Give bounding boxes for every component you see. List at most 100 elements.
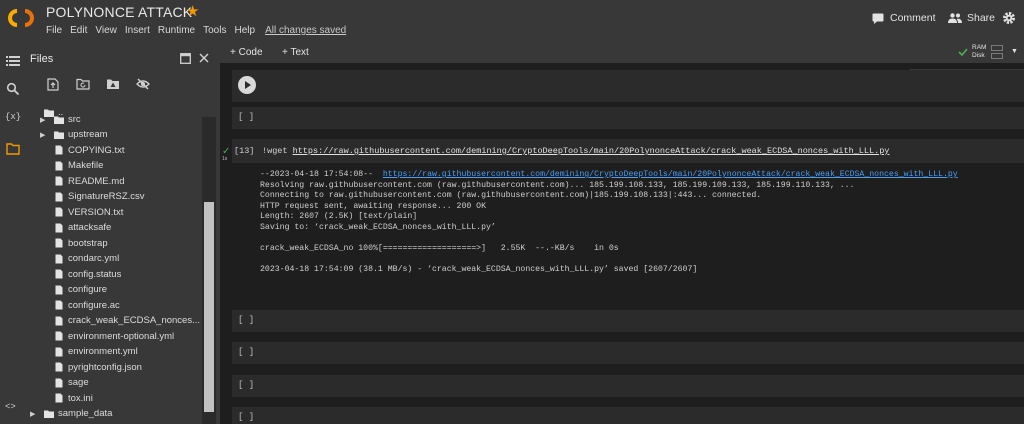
file-row[interactable]: VERSION.txt: [26, 205, 202, 220]
share-button[interactable]: Share: [948, 12, 995, 24]
upload-file-icon: [47, 77, 59, 91]
file-name: src: [68, 114, 81, 125]
file-row[interactable]: SignatureRSZ.csv: [26, 189, 202, 204]
chevron-right-icon[interactable]: ▶: [40, 116, 45, 124]
file-row[interactable]: configure.ac: [26, 298, 202, 313]
notebook-toolbar: + Code + Text RAM Disk ▼: [220, 42, 1024, 63]
menu-file[interactable]: File: [46, 25, 62, 36]
output-line-8: 2023-04-18 17:54:09 (38.1 MB/s) - ‘crack…: [260, 264, 698, 274]
comment-button[interactable]: Comment: [872, 12, 936, 24]
file-row[interactable]: environment.yml: [26, 344, 202, 359]
eye-off-icon: [136, 78, 150, 90]
resource-monitor[interactable]: RAM Disk: [972, 44, 986, 60]
files-actions: [38, 76, 158, 92]
file-row[interactable]: tox.ini: [26, 391, 202, 406]
file-name: SignatureRSZ.csv: [68, 191, 145, 202]
file-row[interactable]: Makefile: [26, 158, 202, 173]
save-status-link[interactable]: All changes saved: [265, 25, 346, 36]
chevron-right-icon[interactable]: ▶: [30, 410, 35, 418]
close-icon[interactable]: [199, 53, 209, 63]
menu-view[interactable]: View: [95, 25, 117, 36]
file-name: configure.ac: [68, 299, 120, 311]
file-row[interactable]: config.status: [26, 267, 202, 282]
runtime-dropdown-icon[interactable]: ▼: [1011, 48, 1018, 55]
folder-icon: [54, 116, 64, 124]
add-text-button[interactable]: + Text: [282, 47, 309, 58]
file-name: COPYING.txt: [68, 144, 125, 156]
output-url-link[interactable]: https://raw.githubusercontent.com/demini…: [383, 170, 958, 179]
colab-logo-icon[interactable]: [8, 9, 34, 27]
table-of-contents-icon[interactable]: [6, 54, 20, 68]
upload-button[interactable]: [38, 76, 68, 92]
run-cell-button[interactable]: [238, 76, 256, 94]
folder-row[interactable]: ▶ src: [26, 112, 202, 127]
file-name: bootstrap: [68, 237, 108, 249]
chevron-right-icon[interactable]: ▶: [40, 131, 45, 139]
code-url[interactable]: https://raw.githubusercontent.com/demini…: [293, 146, 890, 156]
output-line-3: Connecting to raw.githubusercontent.com …: [260, 191, 762, 200]
folder-row[interactable]: ▶ sample_data: [26, 406, 202, 421]
file-icon: [55, 223, 63, 232]
folder-icon: [54, 131, 64, 139]
folder-icon[interactable]: [6, 142, 20, 156]
code-editor[interactable]: !wget https://raw.githubusercontent.com/…: [262, 146, 889, 156]
file-row[interactable]: attacksafe: [26, 220, 202, 235]
add-code-button[interactable]: + Code: [230, 47, 263, 58]
code-snippets-icon[interactable]: <>: [5, 402, 19, 416]
comment-icon: [872, 13, 884, 24]
mount-drive-button[interactable]: [98, 76, 128, 92]
open-in-tab-icon[interactable]: [180, 53, 191, 64]
settings-gear-icon[interactable]: [1002, 11, 1016, 25]
cell-execution-marker: [ ]: [238, 347, 255, 357]
file-icon: [55, 254, 63, 263]
file-row[interactable]: bootstrap: [26, 236, 202, 251]
file-row[interactable]: crack_weak_ECDSA_nonces...: [26, 313, 202, 328]
file-icon: [55, 238, 63, 248]
search-icon[interactable]: [6, 82, 20, 96]
connected-check-icon: [958, 48, 968, 56]
notebook-title[interactable]: POLYNONCE ATTACK: [46, 4, 192, 20]
file-row[interactable]: sage: [26, 375, 202, 390]
file-tree-scroll-thumb[interactable]: [204, 202, 214, 412]
file-name: tox.ini: [68, 392, 93, 404]
code-cell-2[interactable]: [ ]: [232, 107, 1024, 129]
left-rail: {x} <>: [0, 42, 26, 424]
code-cell-13[interactable]: [13] !wget https://raw.githubusercontent…: [232, 139, 1024, 163]
menu-help[interactable]: Help: [234, 25, 255, 36]
cell-execution-marker: [ ]: [238, 315, 255, 325]
files-panel-title: Files: [30, 53, 54, 65]
file-icon: [55, 269, 63, 279]
menu-tools[interactable]: Tools: [203, 25, 226, 36]
file-row[interactable]: README.md: [26, 174, 202, 189]
file-icon: [55, 161, 63, 170]
file-row[interactable]: COPYING.txt: [26, 143, 202, 158]
file-icon: [55, 331, 63, 341]
variables-icon[interactable]: {x}: [5, 112, 21, 126]
file-name: Makefile: [68, 160, 104, 171]
code-cell-1[interactable]: [232, 70, 1024, 102]
file-name: sage: [68, 377, 89, 388]
menu-insert[interactable]: Insert: [125, 25, 150, 36]
code-cell-15[interactable]: [ ]: [232, 342, 1024, 364]
refresh-button[interactable]: [68, 76, 98, 92]
output-line-1-prefix: --2023-04-18 17:54:08--: [260, 170, 383, 179]
file-icon: [55, 145, 63, 155]
menu-edit[interactable]: Edit: [70, 25, 87, 36]
file-row[interactable]: pyrightconfig.json: [26, 360, 202, 375]
file-name: configure: [68, 284, 108, 295]
file-row[interactable]: environment-optional.yml: [26, 329, 202, 344]
file-name: config.status: [68, 268, 122, 280]
folder-row[interactable]: ▶ upstream: [26, 127, 202, 142]
file-icon: [55, 347, 63, 356]
cell-execution-marker: [ ]: [238, 380, 255, 390]
code-cell-14[interactable]: [ ]: [232, 310, 1024, 332]
code-cell-16[interactable]: [ ]: [232, 375, 1024, 397]
file-row[interactable]: configure: [26, 282, 202, 297]
file-name: environment.yml: [68, 346, 138, 357]
toggle-hidden-button[interactable]: [128, 76, 158, 92]
code-cell-17[interactable]: [ ]: [232, 407, 1024, 424]
output-line-6: Saving to: ‘crack_weak_ECDSA_nonces_with…: [260, 222, 496, 232]
menu-runtime[interactable]: Runtime: [158, 25, 195, 36]
file-row[interactable]: condarc.yml: [26, 251, 202, 266]
star-icon[interactable]: ★: [186, 2, 199, 20]
